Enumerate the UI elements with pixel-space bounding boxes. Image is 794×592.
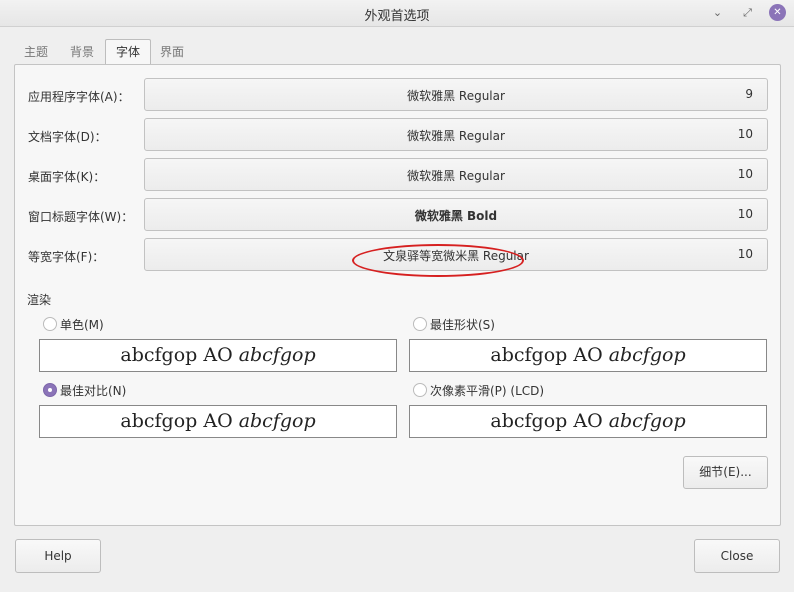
monospace-font-name: 文泉驿等宽微米黑 Regular <box>383 249 529 263</box>
preview-monochrome[interactable]: abcfgop AO abcfgop <box>39 339 397 372</box>
window-title: 外观首选项 <box>364 9 430 24</box>
window-title-font-label: 窗口标题字体(W)： <box>28 210 134 224</box>
preview-best-shape[interactable]: abcfgop AO abcfgop <box>409 339 767 372</box>
close-button[interactable]: Close <box>694 539 780 573</box>
tab-theme[interactable]: 主题 <box>15 40 57 64</box>
radio-button[interactable] <box>413 383 427 397</box>
application-font-size: 9 <box>745 87 753 101</box>
desktop-font-size: 10 <box>737 167 753 181</box>
document-font-name: 微软雅黑 Regular <box>407 129 505 143</box>
document-font-button[interactable]: 微软雅黑 Regular 10 <box>144 118 768 151</box>
desktop-font-label: 桌面字体(K)： <box>28 170 106 184</box>
document-font-size: 10 <box>737 127 753 141</box>
radio-button[interactable] <box>413 317 427 331</box>
monospace-font-label: 等宽字体(F)： <box>28 250 105 264</box>
tab-fonts[interactable]: 字体 <box>105 39 151 66</box>
rendering-section-title: 渲染 <box>27 293 52 307</box>
application-font-name: 微软雅黑 Regular <box>407 89 505 103</box>
maximize-icon[interactable]: ⤢ <box>739 4 756 21</box>
window-title-font-size: 10 <box>737 207 753 221</box>
preview-subpixel-lcd[interactable]: abcfgop AO abcfgop <box>409 405 767 438</box>
radio-button[interactable] <box>43 317 57 331</box>
desktop-font-button[interactable]: 微软雅黑 Regular 10 <box>144 158 768 191</box>
application-font-label: 应用程序字体(A)： <box>28 90 130 104</box>
window-title-font-button[interactable]: 微软雅黑 Bold 10 <box>144 198 768 231</box>
preview-best-contrast[interactable]: abcfgop AO abcfgop <box>39 405 397 438</box>
appearance-preferences-window: 外观首选项 ⌄ ⤢ ✕ 主题 背景 字体 界面 应用程序字体(A)： 微软雅黑 … <box>0 0 794 592</box>
monospace-font-button[interactable]: 文泉驿等宽微米黑 Regular 10 <box>144 238 768 271</box>
tab-background[interactable]: 背景 <box>60 40 104 64</box>
help-button[interactable]: Help <box>15 539 101 573</box>
desktop-font-name: 微软雅黑 Regular <box>407 169 505 183</box>
minimize-icon[interactable]: ⌄ <box>709 4 726 21</box>
window-title-font-name: 微软雅黑 Bold <box>414 209 498 223</box>
tab-interface[interactable]: 界面 <box>150 40 194 64</box>
title-bar[interactable]: 外观首选项 ⌄ ⤢ ✕ <box>0 0 794 27</box>
application-font-button[interactable]: 微软雅黑 Regular 9 <box>144 78 768 111</box>
close-icon[interactable]: ✕ <box>769 4 786 21</box>
radio-button-checked[interactable] <box>43 383 57 397</box>
monospace-font-size: 10 <box>737 247 753 261</box>
document-font-label: 文档字体(D)： <box>28 130 107 144</box>
details-button[interactable]: 细节(E)... <box>683 456 768 489</box>
fonts-panel: 应用程序字体(A)： 微软雅黑 Regular 9 文档字体(D)： 微软雅黑 … <box>14 64 781 526</box>
